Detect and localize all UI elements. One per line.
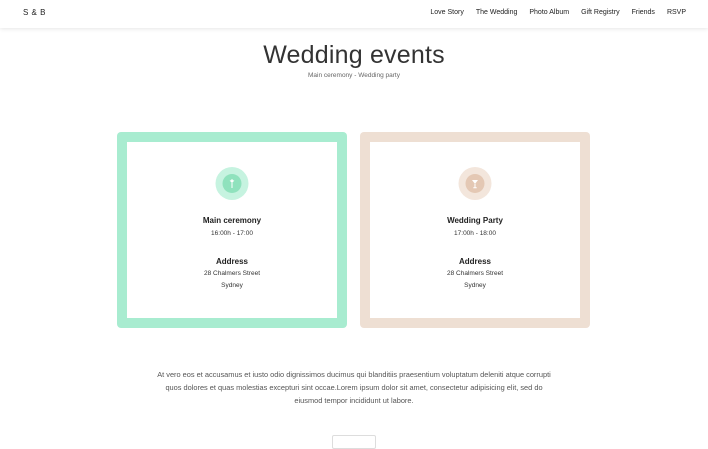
section-heading: Wedding events Main ceremony - Wedding p… [0,41,708,79]
nav-photo-album[interactable]: Photo Album [529,9,569,16]
event-time: 17:00h - 18:00 [454,230,496,237]
bouquet-icon [222,174,242,193]
event-badge [458,167,492,200]
event-time: 16:00h - 17:00 [211,230,253,237]
event-card-main-ceremony: Main ceremony 16:00h - 17:00 Address 28 … [117,132,347,328]
brand-logo[interactable]: S & B [23,8,46,17]
top-navbar: S & B Love Story The Wedding Photo Album… [0,0,708,28]
event-card-body: Wedding Party 17:00h - 18:00 Address 28 … [370,142,580,318]
address-street: 28 Chalmers Street [204,270,260,277]
events-description: At vero eos et accusamus et iusto odio d… [157,370,551,405]
event-card-body: Main ceremony 16:00h - 17:00 Address 28 … [127,142,337,318]
event-title: Wedding Party [447,216,503,225]
nav-love-story[interactable]: Love Story [430,9,463,16]
nav-gift-registry[interactable]: Gift Registry [581,9,620,16]
event-title: Main ceremony [202,216,262,225]
champagne-glass-icon [465,174,485,193]
nav-the-wedding[interactable]: The Wedding [476,9,518,16]
address-street: 28 Chalmers Street [447,270,503,277]
page-subtitle: Main ceremony - Wedding party [307,72,400,79]
address-city: Sydney [464,282,486,289]
main-nav: Love Story The Wedding Photo Album Gift … [430,9,686,16]
event-card-wedding-party: Wedding Party 17:00h - 18:00 Address 28 … [360,132,590,328]
event-badge [215,167,249,200]
address-label: Address [458,257,491,266]
address-label: Address [215,257,248,266]
nav-friends[interactable]: Friends [632,9,655,16]
more-button[interactable] [332,435,376,449]
nav-rsvp[interactable]: RSVP [667,9,686,16]
address-city: Sydney [221,282,243,289]
page-title: Wedding events [263,41,445,69]
